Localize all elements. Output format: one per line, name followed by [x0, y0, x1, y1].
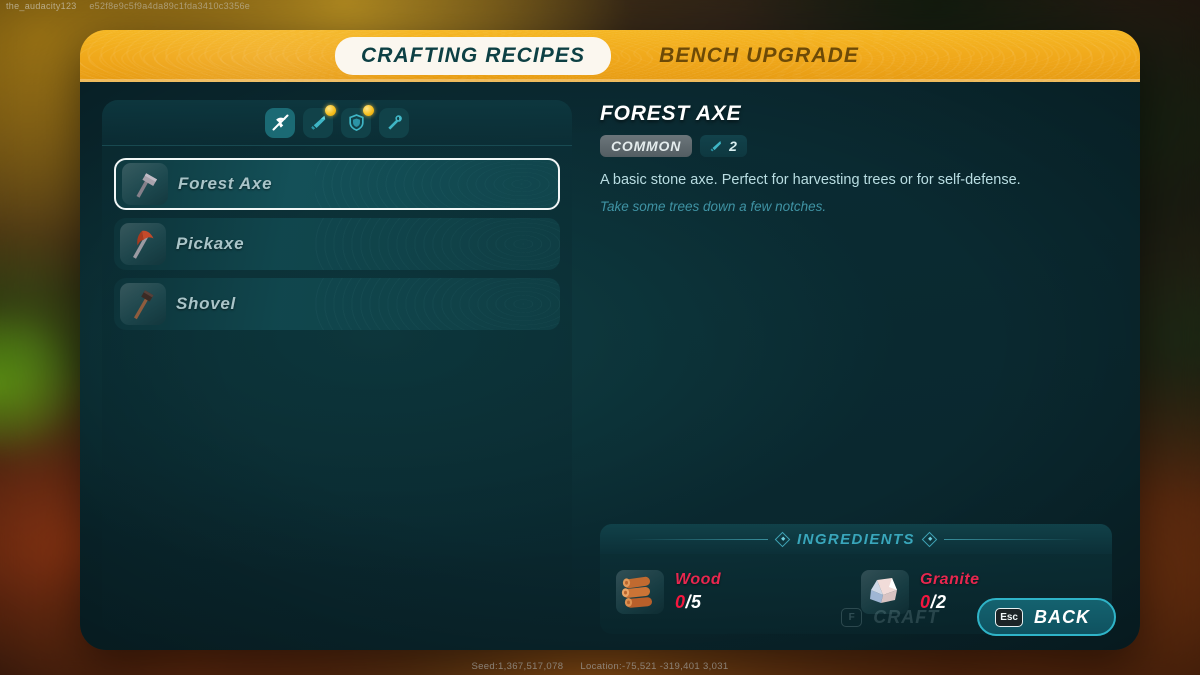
sword-icon	[710, 141, 722, 152]
category-notification-dot	[325, 104, 336, 116]
category-armor[interactable]	[341, 104, 374, 138]
hud-user-id: e52f8e9c5f9a4da89c1fda3410c3356e	[89, 1, 251, 11]
crafting-window: CRAFTING RECIPES BENCH UPGRADE Forest Ax…	[80, 30, 1140, 650]
tab-crafting-recipes[interactable]: CRAFTING RECIPES	[335, 37, 612, 75]
item-flavor-text: Take some trees down a few notches.	[600, 199, 827, 215]
hud-location: Location:-75,521 -319,401 3,031	[580, 661, 729, 672]
pickaxe-icon	[133, 230, 154, 259]
recipe-label: Pickaxe	[176, 234, 245, 253]
category-weapons[interactable]	[303, 104, 336, 138]
category-notification-dot	[363, 104, 374, 116]
diamond-icon	[921, 531, 938, 547]
category-items[interactable]	[379, 107, 409, 138]
craft-key-hint: F	[841, 607, 863, 627]
debug-hud-top: the_audacity123 e52f8e9c5f9a4da89c1fda34…	[6, 1, 250, 11]
ingredient-need: /5	[685, 592, 702, 612]
rarity-badge: COMMON	[600, 135, 693, 157]
window-titlebar: CRAFTING RECIPES BENCH UPGRADE	[80, 30, 1140, 82]
recipe-label: Shovel	[176, 294, 236, 313]
ingredient-count: 0/5	[675, 592, 721, 613]
ingredient-info: Wood 0/5	[675, 571, 721, 613]
item-detail-panel: FOREST AXE COMMON 2 A basic stone axe. P…	[594, 100, 1118, 634]
recipe-item-shovel[interactable]: Shovel	[114, 278, 560, 330]
item-badges: COMMON 2	[600, 135, 1112, 157]
recipe-item-pickaxe[interactable]: Pickaxe	[114, 218, 560, 270]
back-button[interactable]: Esc BACK	[977, 598, 1116, 636]
shovel-icon	[134, 290, 154, 320]
torch-icon	[387, 115, 402, 130]
hud-username: the_audacity123	[6, 1, 77, 11]
category-filter-bar	[102, 100, 572, 146]
item-description: A basic stone axe. Perfect for harvestin…	[600, 172, 1021, 188]
diamond-icon	[774, 531, 791, 547]
item-title: FOREST AXE	[600, 102, 742, 125]
tab-bench-upgrade[interactable]: BENCH UPGRADE	[633, 37, 885, 75]
recipe-item-forest-axe[interactable]: Forest Axe	[114, 158, 560, 210]
divider-left	[628, 538, 769, 540]
back-label: BACK	[1034, 606, 1090, 627]
recipe-list-panel: Forest Axe Pickaxe Shovel	[102, 100, 572, 634]
recipe-thumbnail	[120, 283, 166, 325]
recipe-label: Forest Axe	[178, 174, 273, 193]
window-body: Forest Axe Pickaxe Shovel FOREST AXE COM…	[80, 82, 1140, 650]
hud-seed: Seed:1,367,517,078	[471, 661, 564, 672]
damage-value: 2	[729, 138, 738, 154]
recipe-thumbnail	[120, 223, 166, 265]
divider-right	[943, 538, 1084, 540]
ingredient-name: Wood	[675, 571, 722, 588]
ingredients-title: INGREDIENTS	[797, 530, 915, 548]
wood-logs-icon	[621, 576, 653, 608]
ingredients-header: INGREDIENTS	[600, 524, 1112, 554]
ingredient-name: Granite	[920, 571, 980, 588]
damage-badge: 2	[700, 135, 747, 157]
ingredient-have: 0	[675, 592, 686, 612]
action-bar: F CRAFT Esc BACK	[825, 598, 1116, 636]
debug-hud-bottom: Seed:1,367,517,078 Location:-75,521 -319…	[0, 661, 1200, 672]
pickaxe-icon	[272, 114, 288, 131]
ingredient-wood: Wood 0/5	[616, 570, 851, 614]
ingredient-thumbnail	[616, 570, 664, 614]
craft-label: CRAFT	[873, 606, 940, 627]
sword-icon	[310, 115, 325, 130]
back-key-hint: Esc	[995, 607, 1023, 627]
category-tools[interactable]	[265, 107, 295, 138]
axe-icon	[136, 173, 157, 198]
recipe-thumbnail	[122, 163, 168, 205]
craft-button: F CRAFT	[825, 598, 963, 636]
shield-icon	[348, 114, 364, 131]
recipe-list: Forest Axe Pickaxe Shovel	[102, 146, 572, 330]
